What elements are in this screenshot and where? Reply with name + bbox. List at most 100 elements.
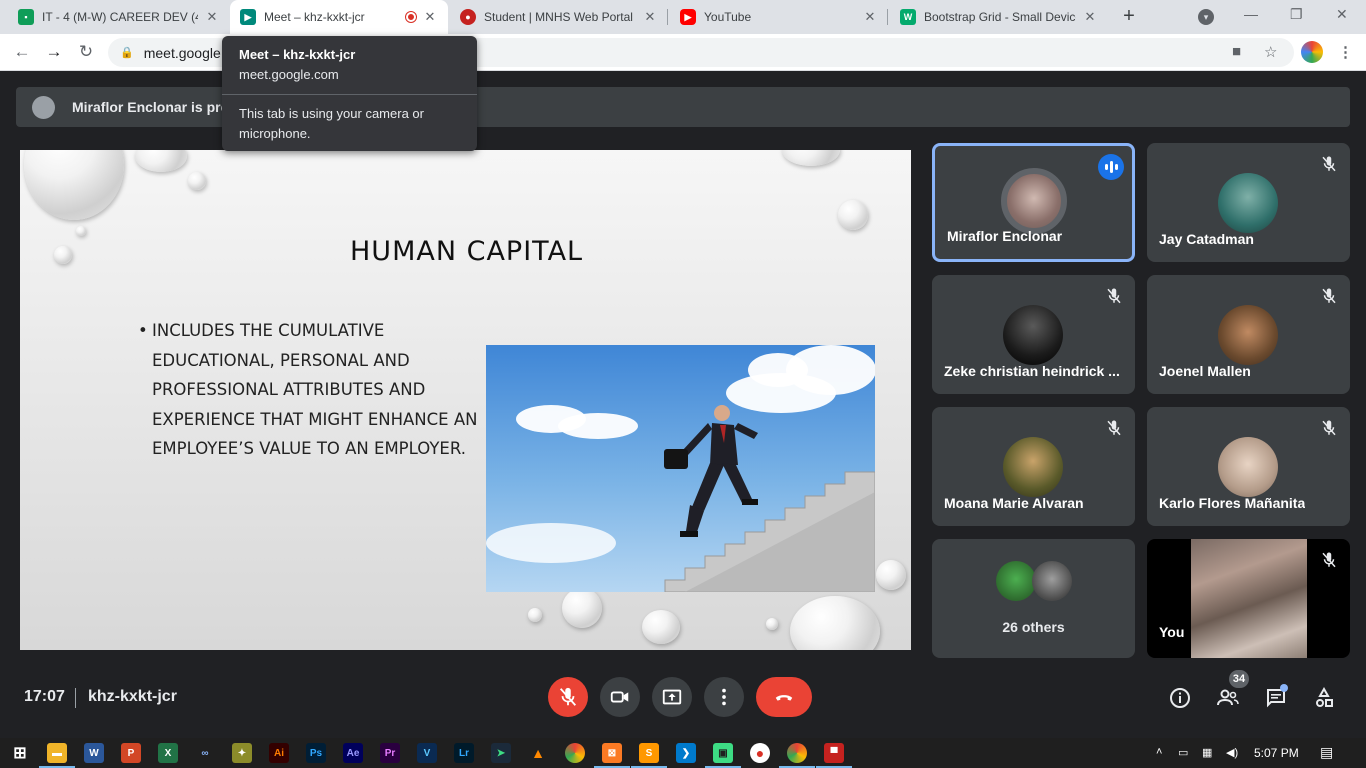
camera-toggle-button[interactable] — [600, 677, 640, 717]
participant-tile[interactable]: Joenel Mallen — [1147, 275, 1350, 394]
bullet-marker: • — [138, 321, 148, 340]
photoshop-icon[interactable]: Ps — [306, 743, 326, 763]
reload-icon[interactable]: ↻ — [76, 42, 96, 62]
forward-icon[interactable]: → — [44, 42, 64, 62]
participant-tile[interactable]: Zeke christian heindrick ... — [932, 275, 1135, 394]
chrome-icon[interactable] — [565, 743, 585, 763]
record-app-icon[interactable]: ● — [750, 743, 770, 763]
people-count-badge: 34 — [1229, 670, 1249, 688]
url-text: meet.google — [143, 44, 221, 61]
tab-student-portal[interactable]: ● Student | MNHS Web Portal ✕ — [450, 0, 668, 34]
participant-tile[interactable]: Jay Catadman — [1147, 143, 1350, 262]
infinity-app-icon[interactable]: ∞ — [195, 743, 215, 763]
present-now-button[interactable] — [652, 677, 692, 717]
tab-hover-card: Meet – khz-kxkt-jcr meet.google.com This… — [222, 36, 477, 151]
tray-chevron-icon[interactable]: ˄ — [1156, 746, 1162, 758]
more-vert-icon — [722, 688, 726, 706]
back-icon[interactable]: ← — [12, 42, 32, 62]
avatar — [1218, 437, 1278, 497]
powerpoint-icon[interactable]: P — [121, 743, 141, 763]
windows-start-icon[interactable]: ⊞ — [10, 743, 30, 763]
notifications-icon[interactable]: ▤ — [1320, 744, 1333, 761]
volume-icon[interactable]: ◀) — [1226, 746, 1238, 759]
sublime-icon[interactable]: S — [631, 743, 667, 768]
meeting-code: khz-kxkt-jcr — [88, 688, 177, 705]
classroom-icon: ▪ — [18, 9, 34, 25]
participant-tile[interactable]: Karlo Flores Mañanita — [1147, 407, 1350, 526]
network-icon[interactable]: ▦ — [1202, 746, 1212, 759]
battery-icon[interactable]: ▭ — [1178, 746, 1188, 759]
youtube-icon: ▶ — [680, 9, 696, 25]
taskbar-clock[interactable]: 5:07 PM — [1254, 746, 1299, 760]
after-effects-icon[interactable]: Ae — [343, 743, 363, 763]
word-icon[interactable]: W — [84, 743, 104, 763]
illustrator-icon[interactable]: Ai — [269, 743, 289, 763]
hover-card-note: This tab is using your camera or microph… — [239, 106, 424, 141]
participant-name: Miraflor Enclonar — [947, 228, 1063, 244]
activities-button[interactable] — [1311, 685, 1337, 711]
others-tile[interactable]: 26 others — [932, 539, 1135, 658]
lock-icon[interactable]: 🔒 — [120, 46, 134, 59]
people-icon — [1217, 689, 1239, 706]
bookmark-star-icon[interactable]: ☆ — [1264, 43, 1277, 61]
vlc-icon[interactable]: ▲ — [528, 743, 548, 763]
school-seal-icon: ● — [460, 9, 476, 25]
vscode-icon[interactable]: ❯ — [676, 743, 696, 763]
avatar — [1001, 168, 1067, 234]
bullet-line: EXPERIENCE THAT MIGHT ENHANCE AN — [152, 409, 478, 429]
tab-classroom[interactable]: ▪ IT - 4 (M-W) CAREER DEV (4( ✕ — [8, 0, 230, 34]
profile-avatar[interactable] — [1301, 41, 1323, 63]
mic-off-icon — [1105, 287, 1123, 305]
mic-off-icon — [559, 687, 577, 706]
close-tab-icon[interactable]: ✕ — [862, 9, 878, 25]
close-window-icon[interactable]: ✕ — [1336, 6, 1348, 23]
premiere-icon[interactable]: Pr — [380, 743, 400, 763]
chrome-active-icon[interactable] — [779, 743, 815, 768]
tab-meet[interactable]: ▶ Meet – khz-kxkt-jcr ✕ — [230, 0, 448, 34]
file-explorer-icon[interactable]: ▬ — [39, 743, 75, 768]
app-window-icon[interactable]: ▀ — [816, 743, 852, 768]
lightroom-icon[interactable]: Lr — [454, 743, 474, 763]
businessman-stairs-image — [486, 345, 875, 592]
avatar — [1218, 173, 1278, 233]
mic-toggle-button[interactable] — [548, 677, 588, 717]
avatar — [996, 561, 1036, 601]
present-screen-icon — [662, 689, 682, 705]
xampp-icon[interactable]: ⊠ — [594, 743, 630, 768]
others-count: 26 others — [1002, 619, 1065, 635]
self-view-tile[interactable]: You — [1147, 539, 1350, 658]
more-options-button[interactable] — [704, 677, 744, 717]
new-tab-button[interactable]: + — [1118, 6, 1140, 28]
v-app-icon[interactable]: V — [417, 743, 437, 763]
bullet-line: INCLUDES THE CUMULATIVE — [152, 321, 385, 340]
tab-youtube[interactable]: ▶ YouTube ✕ — [670, 0, 888, 34]
chrome-menu-icon[interactable]: ⋮ — [1338, 43, 1353, 61]
meeting-details-button[interactable] — [1167, 685, 1193, 711]
app-arrow-icon[interactable]: ➤ — [491, 743, 511, 763]
excel-icon[interactable]: X — [158, 743, 178, 763]
tab-bootstrap-grid[interactable]: W Bootstrap Grid - Small Device ✕ — [890, 0, 1108, 34]
tab-title: IT - 4 (M-W) CAREER DEV (4( — [42, 10, 198, 24]
people-button[interactable] — [1215, 685, 1241, 711]
mic-off-icon — [1320, 287, 1338, 305]
bullet-line: EMPLOYEE’S VALUE TO AN EMPLOYER. — [152, 439, 466, 458]
close-tab-icon[interactable]: ✕ — [1082, 9, 1098, 25]
participant-tile[interactable]: Miraflor Enclonar — [932, 143, 1135, 262]
leave-call-button[interactable] — [756, 677, 812, 717]
tab-search-icon[interactable]: ▾ — [1198, 9, 1214, 25]
tab-title: Bootstrap Grid - Small Device — [924, 10, 1076, 24]
camera-in-use-icon[interactable]: ■ — [1232, 43, 1241, 60]
close-tab-icon[interactable]: ✕ — [422, 9, 438, 25]
minimize-icon[interactable]: — — [1244, 6, 1258, 22]
android-studio-icon[interactable]: ▣ — [705, 743, 741, 768]
activities-icon — [1316, 686, 1333, 707]
browser-toolbar: ← → ↻ 🔒 meet.google ■ ☆ ⋮ — [0, 34, 1366, 71]
info-icon — [1170, 688, 1190, 708]
app-icon[interactable]: ✦ — [232, 743, 252, 763]
restore-icon[interactable]: ❐ — [1290, 6, 1303, 23]
close-tab-icon[interactable]: ✕ — [642, 9, 658, 25]
close-tab-icon[interactable]: ✕ — [204, 9, 220, 25]
w3schools-icon: W — [900, 9, 916, 25]
participant-tile[interactable]: Moana Marie Alvaran — [932, 407, 1135, 526]
slide-title: HUMAN CAPITAL — [350, 236, 584, 267]
